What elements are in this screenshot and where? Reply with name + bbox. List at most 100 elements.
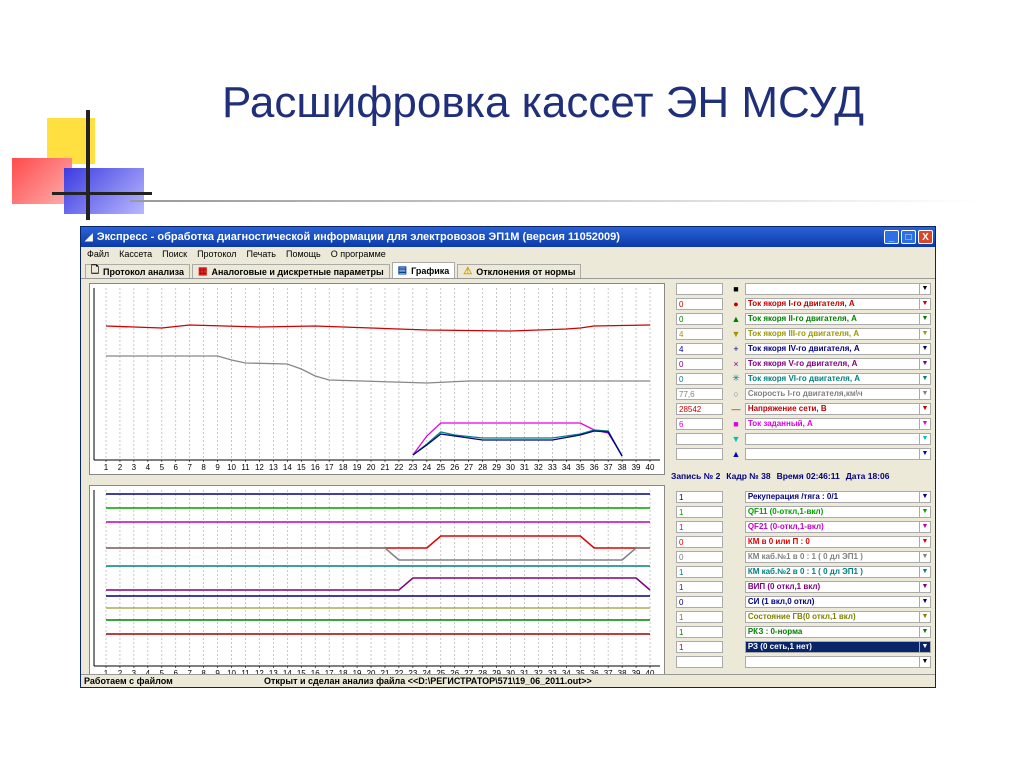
dropdown-arrow-icon[interactable]: ▼ — [919, 611, 930, 622]
discrete-param-value[interactable]: 0 — [676, 550, 724, 563]
analog-param-select[interactable]: Ток заданный, А ▼ — [744, 417, 931, 430]
dropdown-arrow-icon[interactable]: ▼ — [919, 656, 930, 667]
dropdown-arrow-icon[interactable]: ▼ — [919, 433, 930, 444]
discrete-param-select[interactable]: СИ (1 вкл,0 откл) ▼ — [744, 595, 931, 608]
analog-param-marker-icon: ▼ — [731, 433, 741, 444]
analog-chart-svg: 1 2 3 4 5 6 7 8 9 10 11 12 13 14 15 16 17 18 19 20 21 22 23 24 2… — [93, 288, 660, 472]
discrete-param-value[interactable]: 0 — [676, 595, 724, 608]
analog-param-value[interactable]: 4 — [676, 327, 724, 340]
dropdown-arrow-icon[interactable]: ▼ — [919, 343, 930, 354]
discrete-param-select[interactable]: Состояние ГВ(0 откл,1 вкл) ▼ — [744, 610, 931, 623]
discrete-param-value[interactable] — [676, 655, 724, 668]
analog-chart[interactable]: 1 2 3 4 5 6 7 8 9 10 11 12 13 14 15 16 17 18 19 20 21 22 23 24 2… — [89, 283, 665, 475]
discrete-param-value[interactable]: 1 — [676, 520, 724, 533]
dropdown-arrow-icon[interactable]: ▼ — [919, 491, 930, 502]
dropdown-arrow-icon[interactable]: ▼ — [919, 596, 930, 607]
close-button[interactable]: X — [918, 230, 933, 244]
analog-param-select[interactable]: ▼ — [744, 432, 931, 445]
discrete-param-value[interactable]: 1 — [676, 580, 724, 593]
dropdown-arrow-icon[interactable]: ▼ — [919, 506, 930, 517]
analog-param-value[interactable]: 77,6 — [676, 387, 724, 400]
menu-cassette[interactable]: Кассета — [119, 249, 152, 259]
analog-param-value[interactable]: 0 — [676, 357, 724, 370]
dropdown-arrow-icon[interactable]: ▼ — [919, 448, 930, 459]
menu-help[interactable]: Помощь — [286, 249, 321, 259]
analog-param-value[interactable] — [676, 282, 724, 295]
minimize-button[interactable]: _ — [884, 230, 899, 244]
analog-param-value[interactable] — [676, 432, 724, 445]
dropdown-arrow-icon[interactable]: ▼ — [919, 566, 930, 577]
app-icon: ◢ — [85, 231, 93, 243]
dropdown-arrow-icon[interactable]: ▼ — [919, 283, 930, 294]
discrete-param-value[interactable]: 1 — [676, 505, 724, 518]
discrete-param-value[interactable]: 1 — [676, 565, 724, 578]
discrete-param-value[interactable]: 1 — [676, 490, 724, 503]
dropdown-arrow-icon[interactable]: ▼ — [919, 641, 930, 652]
axis-tick-label: 25 — [436, 463, 445, 472]
discrete-param-select[interactable]: КМ в 0 или П : 0 ▼ — [744, 535, 931, 548]
analog-param-select[interactable]: Ток якоря II-го двигателя, А ▼ — [744, 312, 931, 325]
discrete-param-row: 1 QF21 (0-откл,1-вкл) ▼ — [673, 519, 931, 534]
discrete-param-value[interactable]: 1 — [676, 625, 724, 638]
analog-param-select[interactable]: Ток якоря V-го двигателя, А ▼ — [744, 357, 931, 370]
discrete-param-select[interactable]: РЗ (0 сеть,1 нет) ▼ — [744, 640, 931, 653]
discrete-param-value[interactable]: 0 — [676, 535, 724, 548]
analog-param-marker-icon: — — [731, 403, 741, 414]
analog-param-value[interactable] — [676, 447, 724, 460]
analog-param-value[interactable]: 6 — [676, 417, 724, 430]
discrete-chart[interactable]: 1234567891011121314151617181920212223242… — [89, 485, 665, 683]
analog-param-value[interactable]: 4 — [676, 342, 724, 355]
analog-param-select[interactable]: ▼ — [744, 447, 931, 460]
analog-param-select[interactable]: Ток якоря I-го двигателя, А ▼ — [744, 297, 931, 310]
analog-param-value[interactable]: 28542 — [676, 402, 724, 415]
maximize-button[interactable]: □ — [901, 230, 916, 244]
analog-param-select[interactable]: Ток якоря III-го двигателя, А ▼ — [744, 327, 931, 340]
discrete-param-select[interactable]: QF11 (0-откл,1-вкл) ▼ — [744, 505, 931, 518]
axis-tick-label: 29 — [492, 463, 501, 472]
analog-param-select[interactable]: Ток якоря IV-го двигателя, А ▼ — [744, 342, 931, 355]
tab-deviations[interactable]: ⚠ Отклонения от нормы — [457, 264, 582, 278]
discrete-param-select[interactable]: QF21 (0-откл,1-вкл) ▼ — [744, 520, 931, 533]
dropdown-arrow-icon[interactable]: ▼ — [919, 418, 930, 429]
menu-about[interactable]: О программе — [331, 249, 386, 259]
dropdown-arrow-icon[interactable]: ▼ — [919, 536, 930, 547]
analog-param-value[interactable]: 0 — [676, 372, 724, 385]
menu-protocol[interactable]: Протокол — [197, 249, 236, 259]
discrete-param-select[interactable]: ▼ — [744, 655, 931, 668]
discrete-param-select[interactable]: КМ каб.№2 в 0 : 1 ( 0 дл ЭП1 ) ▼ — [744, 565, 931, 578]
tab-protocol[interactable]: 🗋 Протокол анализа — [85, 264, 191, 278]
tab-label: Графика — [411, 265, 450, 276]
discrete-param-select[interactable]: ВИП (0 откл,1 вкл) ▼ — [744, 580, 931, 593]
analog-param-label: Ток якоря V-го двигателя, А — [747, 359, 858, 368]
analog-param-value[interactable]: 0 — [676, 312, 724, 325]
dropdown-arrow-icon[interactable]: ▼ — [919, 298, 930, 309]
dropdown-arrow-icon[interactable]: ▼ — [919, 551, 930, 562]
dropdown-arrow-icon[interactable]: ▼ — [919, 388, 930, 399]
dropdown-arrow-icon[interactable]: ▼ — [919, 313, 930, 324]
menu-search[interactable]: Поиск — [162, 249, 187, 259]
analog-param-select[interactable]: ▼ — [744, 282, 931, 295]
dropdown-arrow-icon[interactable]: ▼ — [919, 521, 930, 532]
dropdown-arrow-icon[interactable]: ▼ — [919, 358, 930, 369]
discrete-param-value[interactable]: 1 — [676, 640, 724, 653]
analog-param-select[interactable]: Ток якоря VI-го двигателя, А ▼ — [744, 372, 931, 385]
analog-param-value[interactable]: 0 — [676, 297, 724, 310]
tab-parameters[interactable]: ▦ Аналоговые и дискретные параметры — [192, 264, 390, 278]
discrete-param-select[interactable]: Рекуперация /тяга : 0/1 ▼ — [744, 490, 931, 503]
dropdown-arrow-icon[interactable]: ▼ — [919, 626, 930, 637]
dropdown-arrow-icon[interactable]: ▼ — [919, 328, 930, 339]
menu-print[interactable]: Печать — [246, 249, 275, 259]
analog-param-label: Напряжение сети, В — [747, 404, 827, 413]
dropdown-arrow-icon[interactable]: ▼ — [919, 373, 930, 384]
axis-tick-label: 18 — [339, 463, 348, 472]
tab-graphics[interactable]: ▤ Графика — [391, 262, 456, 278]
dropdown-arrow-icon[interactable]: ▼ — [919, 403, 930, 414]
discrete-param-select[interactable]: КМ каб.№1 в 0 : 1 ( 0 дл ЭП1 ) ▼ — [744, 550, 931, 563]
analog-param-select[interactable]: Скорость I-го двигателя,км\ч ▼ — [744, 387, 931, 400]
discrete-param-value[interactable]: 1 — [676, 610, 724, 623]
axis-tick-label: 17 — [325, 463, 334, 472]
analog-param-select[interactable]: Напряжение сети, В ▼ — [744, 402, 931, 415]
discrete-param-select[interactable]: РКЗ : 0-норма ▼ — [744, 625, 931, 638]
dropdown-arrow-icon[interactable]: ▼ — [919, 581, 930, 592]
menu-file[interactable]: Файл — [87, 249, 109, 259]
